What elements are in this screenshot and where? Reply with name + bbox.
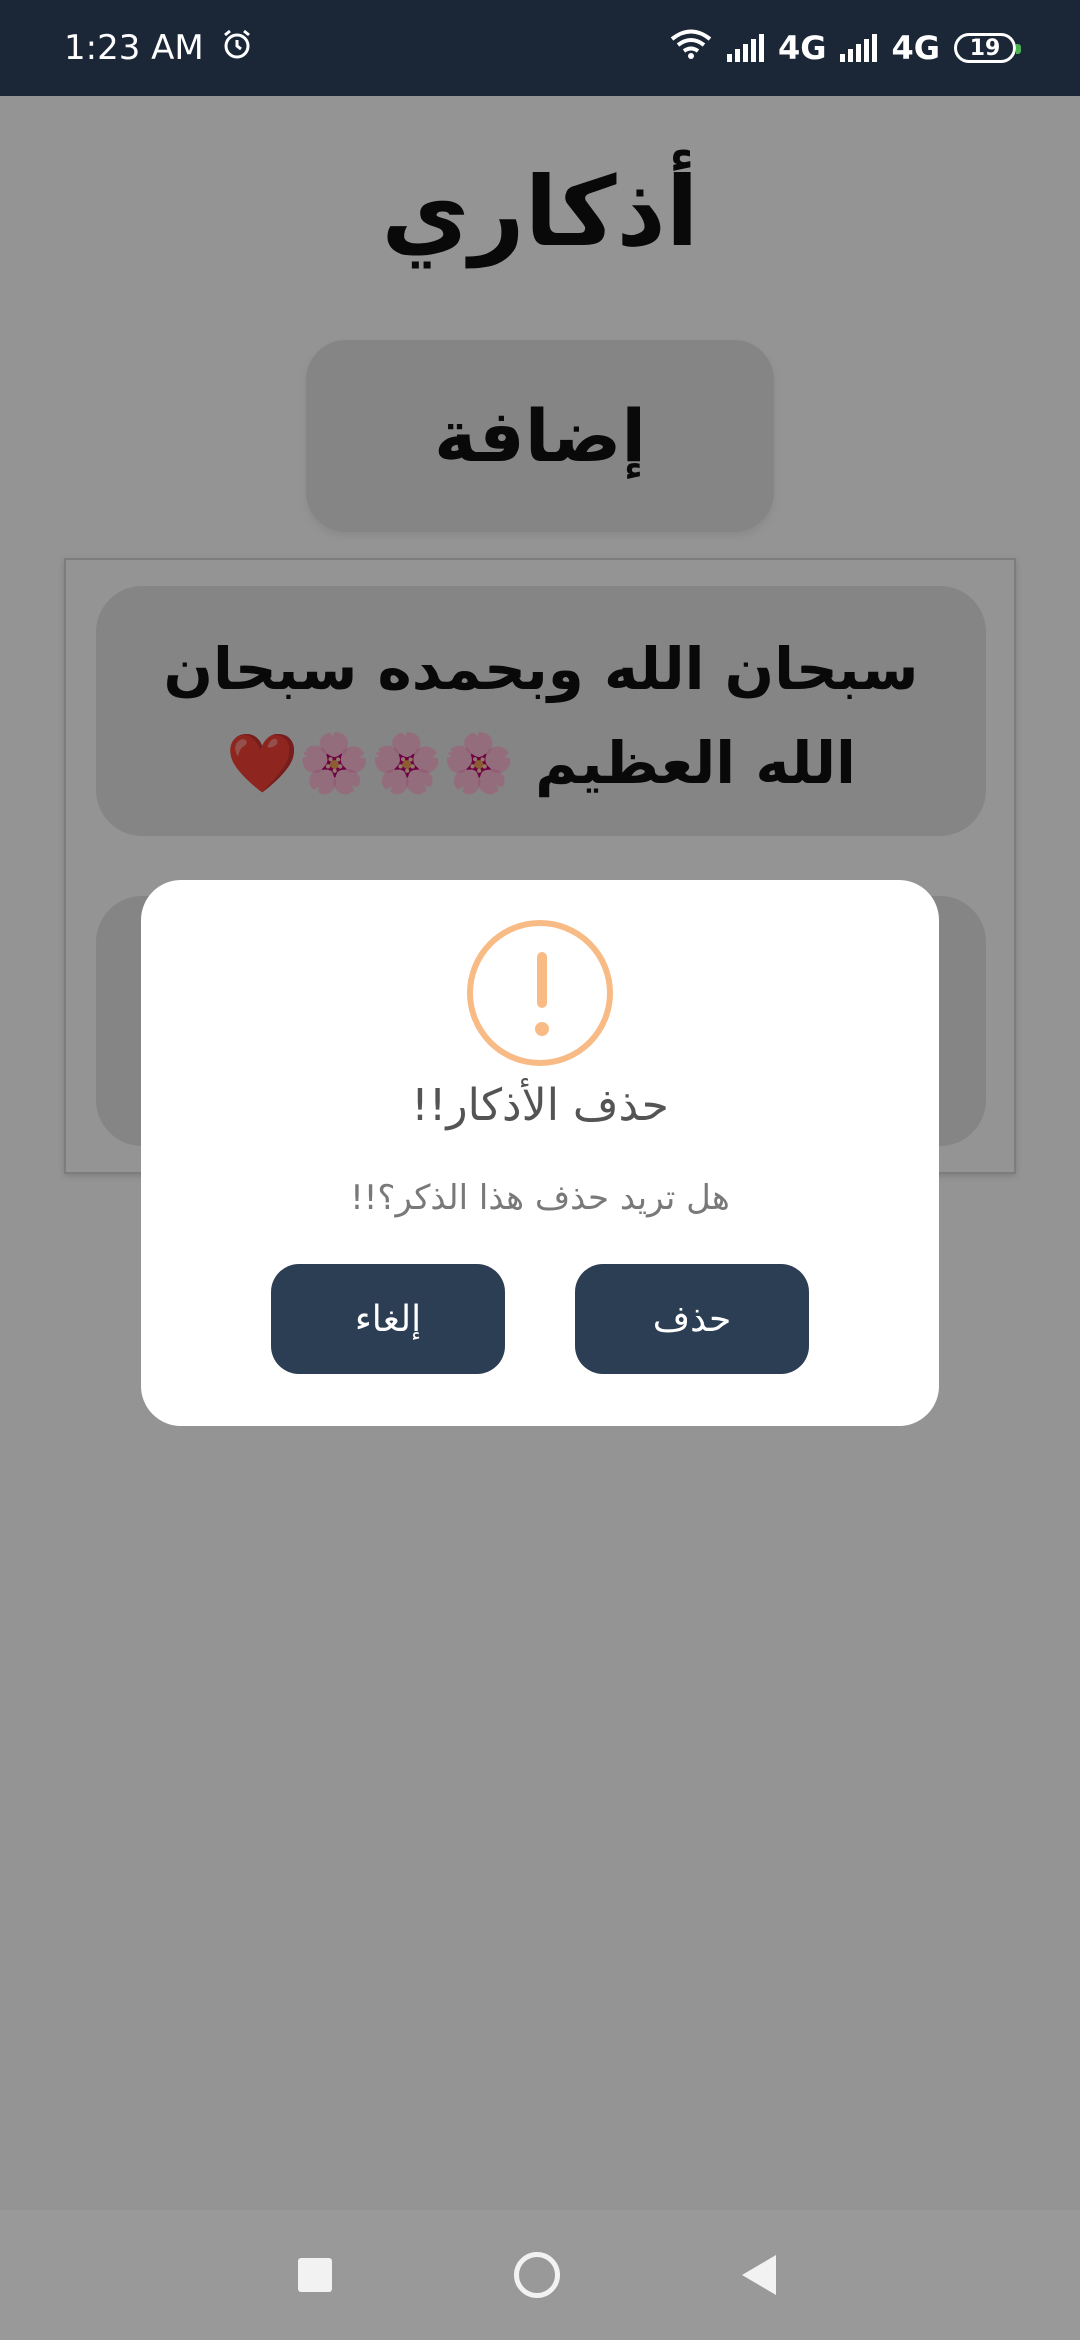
dialog-message: هل تريد حذف هذا الذكر؟!!	[350, 1178, 730, 1218]
navigation-bar	[0, 2210, 1080, 2340]
delete-button[interactable]: حذف	[575, 1264, 809, 1374]
alarm-clock-icon	[222, 28, 252, 69]
delete-confirm-dialog: حذف الأذكار!! هل تريد حذف هذا الذكر؟!! إ…	[141, 880, 939, 1426]
back-triangle-icon[interactable]	[742, 2255, 776, 2295]
cancel-button[interactable]: إلغاء	[271, 1264, 505, 1374]
battery-icon: 19	[954, 33, 1021, 63]
warning-icon	[467, 920, 613, 1066]
battery-level: 19	[969, 35, 1001, 61]
status-bar: 1:23 AM 4G 4G 19	[0, 0, 1080, 96]
network-type-2: 4G	[891, 29, 940, 67]
dialog-title: حذف الأذكار!!	[411, 1080, 669, 1131]
signal-icon	[726, 34, 764, 62]
recents-square-icon[interactable]	[298, 2258, 332, 2292]
home-circle-icon[interactable]	[514, 2252, 560, 2298]
wifi-icon	[669, 28, 713, 68]
network-type-1: 4G	[777, 29, 827, 67]
signal-icon-2	[840, 34, 878, 62]
clock-time: 1:23 AM	[64, 28, 204, 68]
